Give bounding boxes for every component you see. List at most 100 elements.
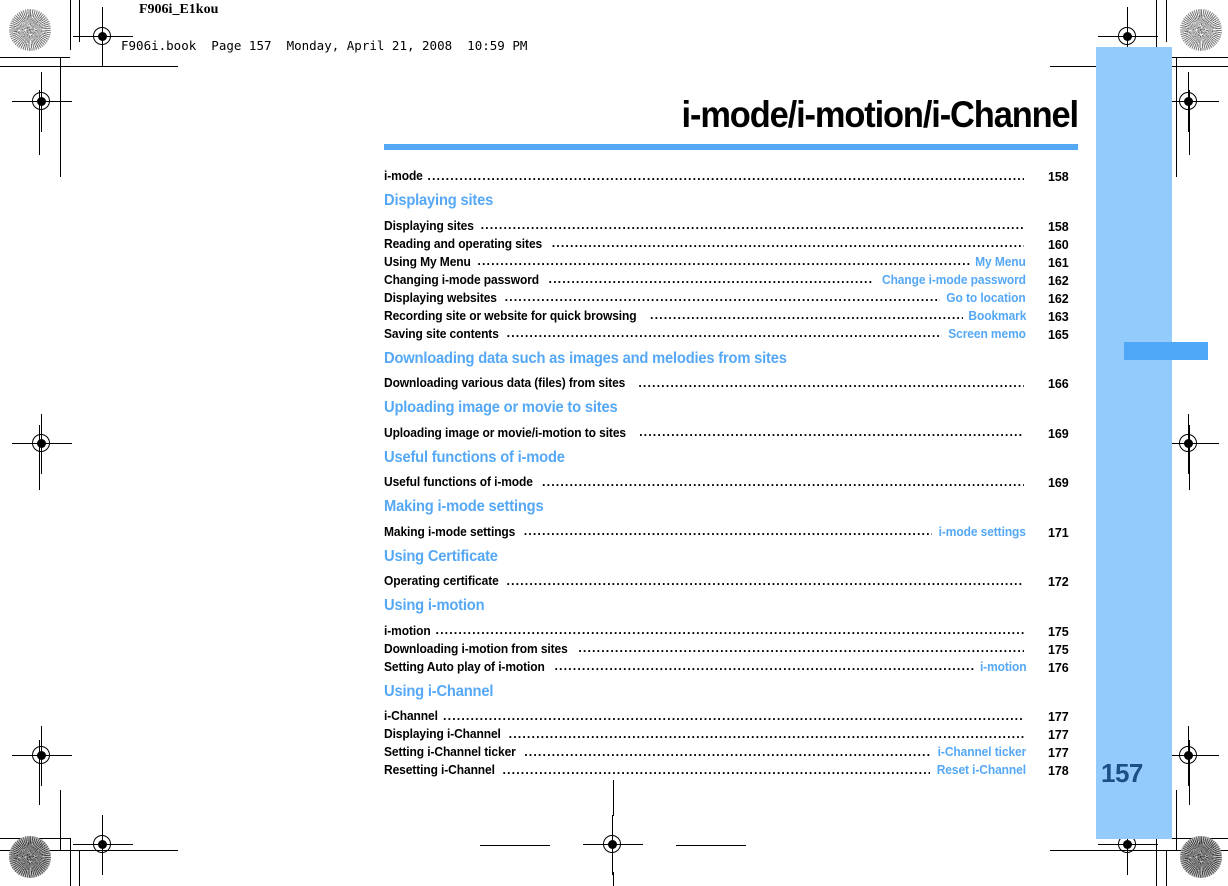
toc-entry-page-number: 166: [1048, 377, 1069, 391]
toc-entry-body: i-Channel: [384, 709, 1026, 723]
toc-entry-title: i-motion: [384, 623, 431, 638]
toc-section-heading: Displaying sites: [384, 192, 494, 209]
toc-entry-page-number: 176: [1048, 660, 1069, 675]
crop-mark-line: [79, 850, 80, 886]
registration-target-mark: [73, 7, 133, 67]
crop-mark-line: [1166, 57, 1228, 58]
crop-mark-line: [60, 66, 178, 67]
toc-entry-page-number: 169: [1048, 426, 1069, 441]
toc-entry-body: Setting i-Channel ticker i-Channel ticker: [384, 745, 1026, 759]
toc-entry-row[interactable]: Useful functions of i-mode 169: [384, 472, 1078, 490]
toc-dot-leader: [477, 255, 970, 268]
toc-dot-leader: [552, 237, 1024, 250]
toc-section-heading: Downloading data such as images and melo…: [384, 349, 787, 367]
crop-mark-line: [0, 838, 70, 839]
toc-entry-page-number: 177: [1048, 746, 1069, 760]
toc-entry-body: Setting Auto play of i-motion i-motion: [384, 660, 1026, 674]
toc-entry-row[interactable]: Displaying sites 158: [384, 216, 1078, 234]
toc-entry-title: Recording site or website for quick brow…: [384, 308, 637, 323]
toc-entry-body: Downloading various data (files) from si…: [384, 376, 1026, 390]
toc-entry-row[interactable]: Making i-mode settings i-mode settings 171: [384, 522, 1078, 540]
registration-target-mark: [12, 72, 72, 132]
toc-entry-page-number: 161: [1048, 255, 1069, 270]
toc-entry-row[interactable]: Setting Auto play of i-motion i-motion 176: [384, 657, 1078, 675]
toc-entry-row[interactable]: Recording site or website for quick brow…: [384, 306, 1078, 324]
toc-dot-leader: [554, 660, 974, 673]
toc-entry-body: Displaying websites Go to location: [384, 291, 1026, 305]
toc-entry-body: Displaying i-Channel: [384, 727, 1026, 741]
chapter-tab-marker: [1124, 342, 1208, 360]
crop-mark-line: [1166, 838, 1228, 839]
toc-entry-row[interactable]: Downloading various data (files) from si…: [384, 373, 1078, 391]
toc-dot-leader: [578, 642, 1024, 655]
star-target-mark: [1180, 9, 1222, 51]
crop-mark-line: [1189, 740, 1190, 805]
toc-entry-title: Setting i-Channel ticker: [384, 745, 516, 759]
toc-entry-row[interactable]: i-Channel 177: [384, 706, 1078, 724]
toc-entry-body: Reading and operating sites: [384, 237, 1026, 251]
toc-entry-page-number: 162: [1048, 273, 1069, 288]
crop-mark-line: [1176, 790, 1177, 850]
toc-entry-row[interactable]: i-mode 158: [384, 166, 1078, 184]
toc-entry-row[interactable]: Displaying i-Channel 177: [384, 724, 1078, 742]
crop-mark-line: [70, 0, 71, 50]
toc-entry-title: Useful functions of i-mode: [384, 475, 533, 489]
toc-entry-row[interactable]: i-motion 175: [384, 621, 1078, 639]
toc-entry-title: Resetting i-Channel: [384, 763, 495, 777]
toc-entry-row[interactable]: Changing i-mode password Change i-mode pa…: [384, 270, 1078, 288]
document-id-label: F906i_E1kou: [139, 2, 219, 17]
toc-dot-leader: [481, 219, 1024, 232]
crop-mark-line: [613, 780, 614, 816]
toc-dot-leader: [509, 728, 1024, 741]
star-target-mark: [9, 836, 51, 878]
registration-target-mark: [583, 815, 643, 875]
crop-mark-line: [0, 57, 70, 58]
crop-mark-line: [60, 57, 61, 177]
toc-entry-row[interactable]: Displaying websites Go to location 162: [384, 288, 1078, 306]
toc-entry-annotation: Bookmark: [968, 308, 1026, 323]
toc-entry-title: Operating certificate: [384, 574, 499, 588]
toc-entry-page-number: 177: [1048, 710, 1069, 724]
toc-entry-body: Downloading i-motion from sites: [384, 642, 1026, 656]
toc-dot-leader: [436, 624, 1025, 637]
toc-entry-row[interactable]: Downloading i-motion from sites 175: [384, 639, 1078, 657]
toc-entry-row[interactable]: Setting i-Channel ticker i-Channel ticker…: [384, 742, 1078, 760]
toc-entry-body: Displaying sites: [384, 219, 1026, 233]
page-number: 157: [1101, 758, 1143, 788]
toc-entry-body: i-motion: [384, 624, 1026, 638]
crop-mark-line: [70, 838, 71, 886]
toc-entry-page-number: 160: [1048, 237, 1069, 252]
crop-mark-line: [1156, 838, 1157, 886]
crop-mark-line: [613, 872, 614, 886]
chapter-side-tab: [1096, 47, 1172, 839]
toc-section-heading: Uploading image or movie to sites: [384, 399, 618, 416]
toc-entry-body: Uploading image or movie/i-motion to sit…: [384, 426, 1026, 440]
toc-entry-annotation: i-mode settings: [938, 524, 1026, 539]
page-title: i-mode/i-motion/i-Channel: [681, 94, 1080, 135]
toc-entry-row[interactable]: Operating certificate 172: [384, 571, 1078, 589]
toc-entry-annotation: Change i-mode password: [882, 272, 1026, 287]
toc-dot-leader: [542, 476, 1024, 489]
crop-mark-line: [1189, 425, 1190, 490]
registration-target-mark: [1159, 72, 1219, 132]
toc-entry-row[interactable]: Reading and operating sites 160: [384, 234, 1078, 252]
toc-entry-row[interactable]: Using My Menu My Menu 161: [384, 252, 1078, 270]
toc-dot-leader: [443, 710, 1024, 723]
crop-mark-line: [0, 66, 178, 67]
toc-entry-row[interactable]: Resetting i-Channel Reset i-Channel 178: [384, 760, 1078, 778]
toc-entry-row[interactable]: Uploading image or movie/i-motion to sit…: [384, 423, 1078, 441]
toc-dot-leader: [549, 273, 874, 286]
toc-dot-leader: [650, 309, 963, 322]
toc-entry-row[interactable]: Saving site contents Screen memo 165: [384, 324, 1078, 342]
toc-entry-title: Reading and operating sites: [384, 236, 543, 251]
toc-entry-page-number: 163: [1048, 309, 1069, 324]
toc-entry-body: Operating certificate: [384, 574, 1026, 588]
toc-entry-title: Downloading i-motion from sites: [384, 641, 568, 656]
registration-target-mark: [73, 815, 133, 875]
toc-entry-annotation: My Menu: [975, 254, 1026, 269]
toc-entry-page-number: 162: [1048, 291, 1069, 306]
toc-dot-leader: [524, 746, 931, 759]
toc-dot-leader: [506, 575, 1024, 588]
toc-entry-title: Displaying websites: [384, 290, 497, 305]
toc-section-heading: Using i-motion: [384, 597, 485, 614]
